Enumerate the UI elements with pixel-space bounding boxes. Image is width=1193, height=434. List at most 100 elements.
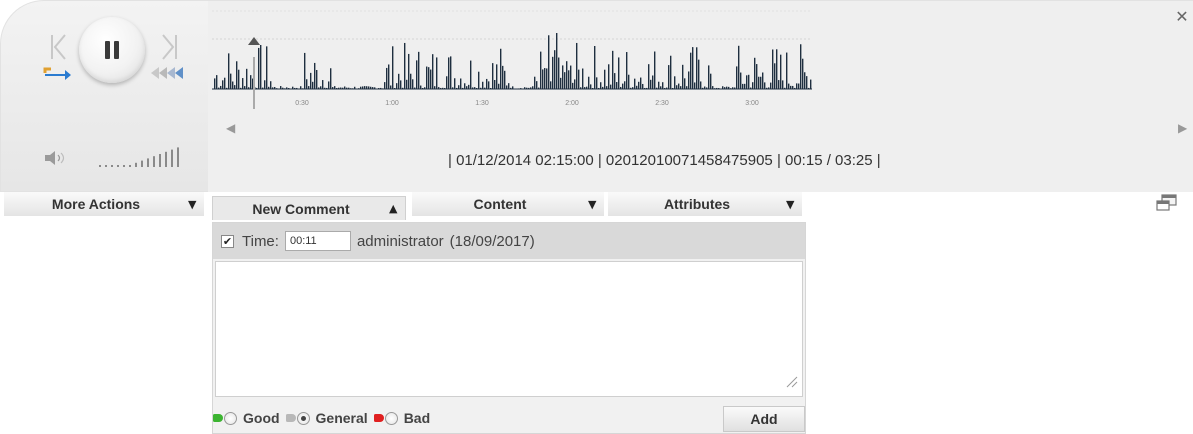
waveform-bar — [736, 66, 738, 89]
waveform-bar — [314, 62, 316, 89]
prev-icon[interactable] — [47, 31, 69, 63]
playhead-line — [253, 57, 255, 109]
waveform-bar — [692, 47, 694, 89]
waveform-bar — [492, 63, 494, 89]
next-icon[interactable] — [159, 31, 181, 63]
waveform-bar — [454, 78, 456, 89]
waveform-bar — [266, 46, 268, 89]
waveform-bar — [578, 69, 580, 89]
waveform-bar — [608, 64, 610, 89]
good-radio[interactable] — [224, 411, 237, 425]
tab-attributes[interactable]: Attributes ▼ — [608, 192, 802, 216]
waveform-bar — [626, 52, 628, 89]
pause-button[interactable] — [79, 17, 145, 83]
waveform-bar — [316, 69, 318, 89]
waveform-bar — [590, 84, 592, 89]
resize-handle-icon[interactable] — [783, 373, 799, 389]
recording-info: | 01/12/2014 02:15:00 | 0201201007145847… — [448, 152, 881, 169]
waveform-bar — [540, 51, 542, 89]
timeline[interactable]: 0:30 1:00 1:30 2:00 2:30 3:00 ✕ ◀ ▶ | 01/12/2… — [208, 0, 1193, 192]
waveform-bar — [428, 67, 430, 89]
waveform-bar — [758, 76, 760, 89]
waveform-bar — [762, 72, 764, 89]
fast-forward-icon[interactable] — [147, 63, 189, 83]
chevron-down-icon: ▼ — [188, 197, 197, 211]
waveform-bar — [228, 53, 230, 89]
waveform-bar — [536, 81, 538, 89]
comment-textarea[interactable] — [215, 261, 803, 397]
popout-window-icon[interactable] — [1156, 194, 1178, 212]
waveform-bar — [482, 81, 484, 89]
waveform-bar — [458, 85, 460, 89]
tab-new-comment[interactable]: New Comment ▲ — [212, 196, 406, 220]
waveform-bar — [328, 81, 330, 89]
waveform-bar — [508, 83, 510, 89]
waveform-bar — [460, 78, 462, 89]
waveform-bar — [650, 79, 652, 89]
chevron-down-icon: ▼ — [786, 197, 795, 211]
waveform-bar — [802, 58, 804, 89]
more-actions-label: More Actions — [51, 196, 141, 212]
waveform-bar — [618, 57, 620, 89]
waveform-bar — [676, 85, 678, 89]
waveform-bar — [770, 82, 772, 89]
waveform-bar — [234, 85, 236, 89]
waveform-bar — [564, 72, 566, 89]
waveform-bar — [678, 83, 680, 89]
add-button[interactable]: Add — [723, 406, 805, 432]
waveform-bar — [392, 46, 394, 89]
waveform-bar — [788, 83, 790, 89]
rating-general[interactable]: General — [285, 410, 368, 426]
timeline-tick-label: 1:00 — [385, 100, 399, 107]
waveform-bar — [572, 82, 574, 89]
waveform-bar — [670, 55, 672, 89]
waveform-bar — [642, 83, 644, 89]
waveform-bar — [612, 50, 614, 89]
waveform-bar — [764, 82, 766, 89]
comment-user: administrator — [356, 232, 444, 250]
general-radio[interactable] — [296, 411, 310, 425]
rating-good[interactable]: Good — [213, 410, 280, 426]
comment-checkbox[interactable]: ✔ — [221, 234, 234, 248]
waveform-bar — [798, 83, 800, 89]
close-icon[interactable]: ✕ — [1172, 7, 1192, 27]
waveform-bar — [216, 75, 218, 89]
waveform-bar — [224, 77, 226, 89]
time-field[interactable] — [284, 231, 351, 251]
volume-level-bar — [147, 158, 149, 167]
pause-icon — [105, 41, 110, 59]
bad-radio[interactable] — [384, 411, 398, 425]
waveform-bar — [614, 73, 616, 89]
waveform-bar — [242, 78, 244, 89]
volume-icon[interactable] — [43, 149, 67, 167]
rating-bad[interactable]: Bad — [373, 410, 430, 426]
comment-panel: ✔ Time: administrator (18/09/2017) Good … — [212, 222, 806, 434]
more-actions-menu[interactable]: More Actions ▼ — [4, 192, 204, 216]
waveform-bar — [386, 67, 388, 89]
waveform-bar — [596, 77, 598, 89]
audio-waveform[interactable]: 0:30 1:00 1:30 2:00 2:30 3:00 — [212, 1, 812, 111]
waveform-bar — [246, 68, 248, 89]
timeline-tick-label: 3:00 — [745, 100, 759, 107]
waveform-bar — [574, 79, 576, 89]
loop-icon[interactable] — [41, 61, 75, 85]
waveform-bar — [258, 47, 260, 89]
waveform-bar — [304, 52, 306, 89]
waveform-bar — [468, 84, 470, 89]
scroll-left-icon[interactable]: ◀ — [226, 121, 235, 135]
waveform-bar — [390, 85, 392, 89]
waveform-bar — [616, 82, 618, 89]
volume-slider[interactable] — [95, 145, 187, 169]
scroll-right-icon[interactable]: ▶ — [1178, 121, 1187, 135]
waveform-bar — [230, 73, 232, 89]
waveform-bar — [756, 64, 758, 89]
timeline-tick-label: 1:30 — [475, 100, 489, 107]
volume-level-bar — [99, 165, 101, 167]
timeline-track[interactable]: 0:30 1:00 1:30 2:00 2:30 3:00 — [208, 1, 1193, 111]
general-flag-icon — [285, 414, 296, 422]
waveform-bar — [694, 82, 696, 89]
tab-content[interactable]: Content ▼ — [412, 192, 604, 216]
waveform-bar — [410, 73, 412, 89]
waveform-bar — [746, 75, 748, 89]
waveform-bar — [464, 83, 466, 89]
